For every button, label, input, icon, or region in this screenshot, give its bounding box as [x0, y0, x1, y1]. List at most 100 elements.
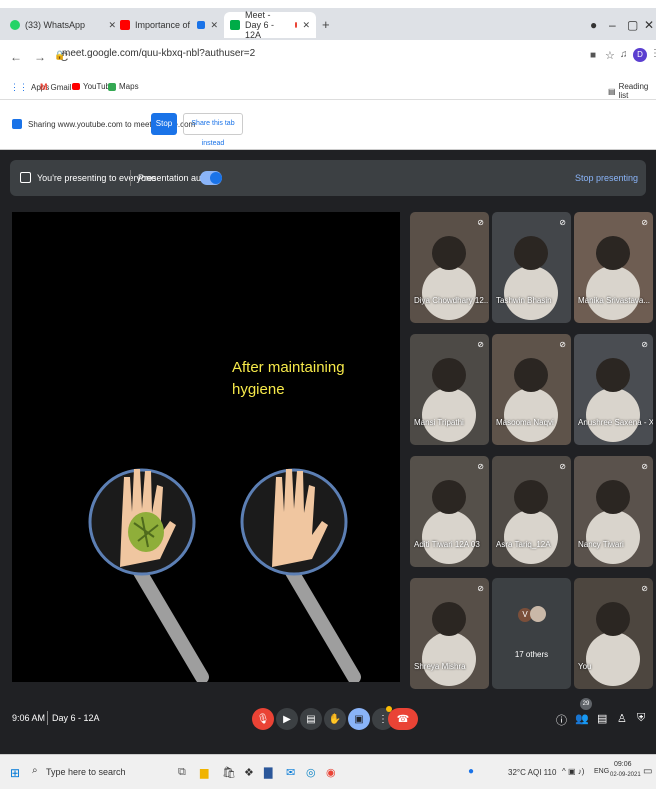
end-call-button[interactable]: ☎	[388, 708, 418, 730]
mic-muted-icon: ⊘	[641, 218, 648, 227]
toggle-knob	[210, 172, 222, 184]
participant-tile[interactable]: ⊘ Diya Chowdhary 12...	[410, 212, 489, 323]
participant-name: Nancy Tiwari	[578, 540, 624, 549]
participant-tile[interactable]: ⊘ You	[574, 578, 653, 689]
mic-muted-icon: ⊘	[641, 584, 648, 593]
screen-sharing-bar: Sharing www.youtube.com to meet.google.c…	[0, 100, 656, 150]
mic-muted-icon: ⊘	[477, 340, 484, 349]
presentation-audio-toggle[interactable]	[200, 171, 222, 185]
bookmark-maps[interactable]: Maps	[108, 82, 139, 91]
meet-share-icon	[197, 21, 206, 29]
gmail-icon: M	[40, 82, 48, 92]
media-control-icon[interactable]: ♫	[620, 49, 628, 60]
tab-meet[interactable]: Meet - Day 6 - 12A ✕	[224, 10, 316, 40]
system-tray-icons[interactable]: ^ ▣ ♪)	[562, 767, 584, 776]
share-this-tab-button[interactable]: Share this tab instead	[183, 113, 243, 147]
bookmark-gmail[interactable]: M Gmail	[40, 82, 71, 92]
participant-tile[interactable]: V 17 others	[492, 578, 571, 689]
sharing-icon	[12, 119, 22, 129]
file-explorer-icon[interactable]: ▆	[200, 766, 208, 779]
menu-kebab-icon[interactable]: ⋮	[650, 48, 656, 59]
browser-tab-bar: (33) WhatsApp ✕ Importance of Hygiene. -…	[0, 8, 656, 40]
divider	[47, 711, 48, 725]
tab-whatsapp[interactable]: (33) WhatsApp ✕	[4, 12, 122, 38]
windows-taskbar: ⊞ ⌕ Type here to search ⧉ ▆ 🛍 ❖ ▇ ✉ ◎ ◉ …	[0, 754, 656, 789]
tab-title: Importance of Hygiene. - Yo	[135, 20, 192, 30]
taskbar-date[interactable]: 02-09-2021	[610, 772, 641, 778]
notifications-icon[interactable]: ▭	[643, 766, 652, 777]
search-icon: ⌕	[32, 765, 38, 776]
store-icon[interactable]: 🛍	[222, 766, 236, 779]
chrome-icon[interactable]: ◉	[326, 766, 336, 779]
participant-name: Shreya Mishra	[414, 662, 466, 671]
present-now-button[interactable]: ▣	[348, 708, 370, 730]
shared-presentation: After maintaining hygiene	[12, 212, 400, 682]
host-controls-icon[interactable]: ⛨	[637, 712, 645, 725]
mic-muted-icon: ⊘	[641, 340, 648, 349]
participant-video	[432, 358, 466, 392]
task-view-icon[interactable]: ⧉	[178, 766, 186, 779]
slide-title-line1: After maintaining	[232, 359, 345, 376]
language-indicator[interactable]: ENG	[594, 768, 609, 775]
participant-tile[interactable]: ⊘ Masooma Naqvi	[492, 334, 571, 445]
app-icon[interactable]: ❖	[244, 766, 254, 779]
windows-start-icon[interactable]: ⊞	[10, 766, 20, 780]
participant-video	[432, 236, 466, 270]
extension-icon[interactable]: ■	[590, 50, 596, 61]
profile-avatar[interactable]: D	[633, 48, 647, 62]
participant-tile[interactable]: ⊘ Mansi Tripathi	[410, 334, 489, 445]
url-field[interactable]: meet.google.com/quu-kbxq-nbl?authuser=2	[62, 48, 255, 59]
reading-list-button[interactable]: ▤ Reading list	[608, 82, 656, 100]
tab-search-icon[interactable]: ●	[590, 18, 597, 32]
participant-tile[interactable]: ⊘ Anushree Saxena - XI...	[574, 334, 653, 445]
participant-video	[596, 236, 630, 270]
edge-icon[interactable]: ◎	[306, 766, 316, 779]
participant-name: You	[578, 662, 592, 671]
taskbar-search-input[interactable]: Type here to search	[46, 767, 126, 777]
mic-muted-icon: ⊘	[559, 462, 566, 471]
participant-tile[interactable]: ⊘ Aditi Tiwari 12A 03	[410, 456, 489, 567]
maps-icon	[108, 82, 116, 91]
activities-icon[interactable]: ♙	[617, 712, 627, 725]
chat-icon[interactable]: ▤	[597, 712, 607, 725]
whatsapp-icon	[10, 20, 20, 30]
avatar	[530, 606, 546, 622]
maximize-button[interactable]: ▢	[627, 18, 638, 32]
present-screen-icon	[20, 172, 31, 183]
stop-presenting-button[interactable]: Stop presenting	[575, 173, 638, 183]
participant-video	[432, 602, 466, 636]
word-icon[interactable]: ▇	[264, 766, 272, 779]
new-tab-button[interactable]: +	[322, 17, 330, 32]
participant-tile[interactable]: ⊘ Nancy Tiwari	[574, 456, 653, 567]
weather-text: 32°C AQI 110	[508, 768, 557, 777]
participant-video	[596, 480, 630, 514]
meeting-code: Day 6 - 12A	[52, 713, 100, 723]
mail-icon[interactable]: ✉	[286, 766, 295, 779]
camera-button[interactable]: ▶	[276, 708, 298, 730]
mic-off-button[interactable]: 🎙	[252, 708, 274, 730]
mic-muted-icon: ⊘	[477, 584, 484, 593]
bookmark-star-icon[interactable]: ☆	[605, 49, 615, 62]
participant-tile[interactable]: ⊘ Shreya Mishra	[410, 578, 489, 689]
close-icon[interactable]: ✕	[302, 20, 310, 31]
slide-title-line2: hygiene	[232, 381, 285, 398]
participant-tile[interactable]: ⊘ Asra Tariq_12A	[492, 456, 571, 567]
participant-tile[interactable]: ⊘ Manika Srivastava...	[574, 212, 653, 323]
reading-list-icon: ▤	[608, 86, 616, 96]
people-icon[interactable]: 👥	[575, 712, 589, 725]
back-button[interactable]: ←	[8, 50, 24, 64]
bookmarks-bar: ⋮⋮ Apps M Gmail YouTube Maps ▤ Reading l…	[0, 74, 656, 100]
captions-button[interactable]: ▤	[300, 708, 322, 730]
meeting-controls-bar: 9:06 AM Day 6 - 12A 🎙 ▶ ▤ ✋ ▣ ⋮ ☎ ⓘ 👥 29…	[0, 690, 656, 750]
address-bar: ← → C 🔒 meet.google.com/quu-kbxq-nbl?aut…	[0, 40, 656, 74]
forward-button[interactable]: →	[32, 50, 48, 64]
taskbar-time[interactable]: 09:06	[614, 761, 632, 768]
tab-youtube[interactable]: Importance of Hygiene. - Yo ✕	[114, 12, 224, 38]
meeting-details-icon[interactable]: ⓘ	[556, 712, 567, 728]
raise-hand-button[interactable]: ✋	[324, 708, 346, 730]
close-icon[interactable]: ✕	[210, 20, 218, 31]
close-window-button[interactable]: ✕	[644, 18, 654, 32]
participant-tile[interactable]: ⊘ Tashwin Bhasin	[492, 212, 571, 323]
stop-sharing-button[interactable]: Stop	[151, 113, 177, 135]
minimize-button[interactable]: –	[609, 18, 616, 32]
